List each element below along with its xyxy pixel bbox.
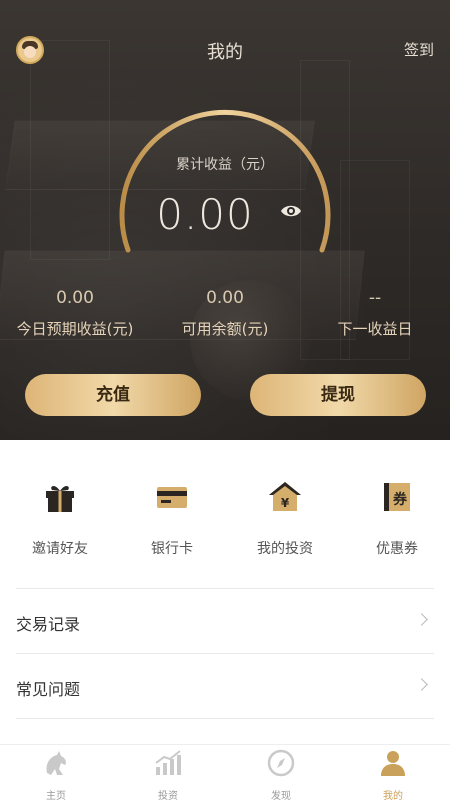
total-earnings-label: 累计收益（元） xyxy=(176,157,274,173)
tab-home[interactable]: 主页 xyxy=(0,749,112,800)
tab-invest[interactable]: 投资 xyxy=(112,749,224,800)
house-yen-icon: ¥ xyxy=(269,482,301,511)
withdraw-button[interactable]: 提现 xyxy=(250,374,426,416)
coupon-icon: 券 xyxy=(384,483,410,511)
svg-text:¥: ¥ xyxy=(281,496,290,510)
bank-card-icon xyxy=(157,487,187,508)
gift-icon xyxy=(46,485,74,512)
compass-icon xyxy=(267,749,295,777)
shortcut-coupons[interactable]: 券 优惠券 xyxy=(341,476,450,558)
stat-value: -- xyxy=(368,288,382,308)
chevron-right-icon xyxy=(415,613,428,626)
page-title: 我的 xyxy=(207,42,243,63)
stat-value: 0.00 xyxy=(56,288,94,308)
stat-value: 0.00 xyxy=(206,288,244,308)
recharge-button[interactable]: 充值 xyxy=(25,374,201,416)
stat-available-balance: 0.00 可用余额(元) xyxy=(150,288,300,339)
shortcut-label: 优惠券 xyxy=(376,541,418,557)
sign-in-button[interactable]: 签到 xyxy=(404,39,434,60)
home-horse-icon xyxy=(46,751,66,775)
svg-text:券: 券 xyxy=(393,491,408,508)
chevron-right-icon xyxy=(415,678,428,691)
tab-label: 我的 xyxy=(383,791,403,800)
bottom-tab-bar: 主页 投资 发现 我的 xyxy=(0,744,450,800)
menu-item-faq[interactable]: 常见问题 xyxy=(16,653,434,718)
tab-label: 投资 xyxy=(158,791,178,800)
shortcut-label: 银行卡 xyxy=(151,541,193,557)
stat-label: 今日预期收益(元) xyxy=(16,320,134,338)
stat-next-earning-day: -- 下一收益日 xyxy=(300,288,450,339)
menu-item-label: 常见问题 xyxy=(16,680,81,699)
account-hero-panel: 我的 签到 累计收益（元） 0.00 0.00 今日预期收益(元) 0.00 可… xyxy=(0,0,450,440)
shortcut-label: 我的投资 xyxy=(257,541,313,557)
shortcut-label: 邀请好友 xyxy=(32,541,88,557)
shortcut-grid: 邀请好友 银行卡 ¥ 我的投资 券 优惠券 xyxy=(0,476,450,558)
menu-item-transactions[interactable]: 交易记录 xyxy=(16,588,434,653)
stat-today-expected: 0.00 今日预期收益(元) xyxy=(0,288,150,339)
tab-discover[interactable]: 发现 xyxy=(225,749,337,800)
stat-label: 可用余额(元) xyxy=(181,320,269,338)
top-bar: 我的 签到 xyxy=(0,30,450,70)
shortcut-bank-card[interactable]: 银行卡 xyxy=(116,476,228,558)
chart-icon xyxy=(155,750,181,775)
tab-label: 发现 xyxy=(271,791,291,800)
shortcut-my-investment[interactable]: ¥ 我的投资 xyxy=(229,476,341,558)
user-icon xyxy=(381,751,405,776)
shortcut-invite-friends[interactable]: 邀请好友 xyxy=(4,476,116,558)
tab-label: 主页 xyxy=(46,791,66,800)
tab-mine[interactable]: 我的 xyxy=(337,749,449,800)
menu-item-label: 交易记录 xyxy=(16,615,81,634)
eye-icon[interactable] xyxy=(280,203,302,219)
stat-label: 下一收益日 xyxy=(337,320,413,338)
total-earnings-value: 0.00 xyxy=(156,190,254,239)
